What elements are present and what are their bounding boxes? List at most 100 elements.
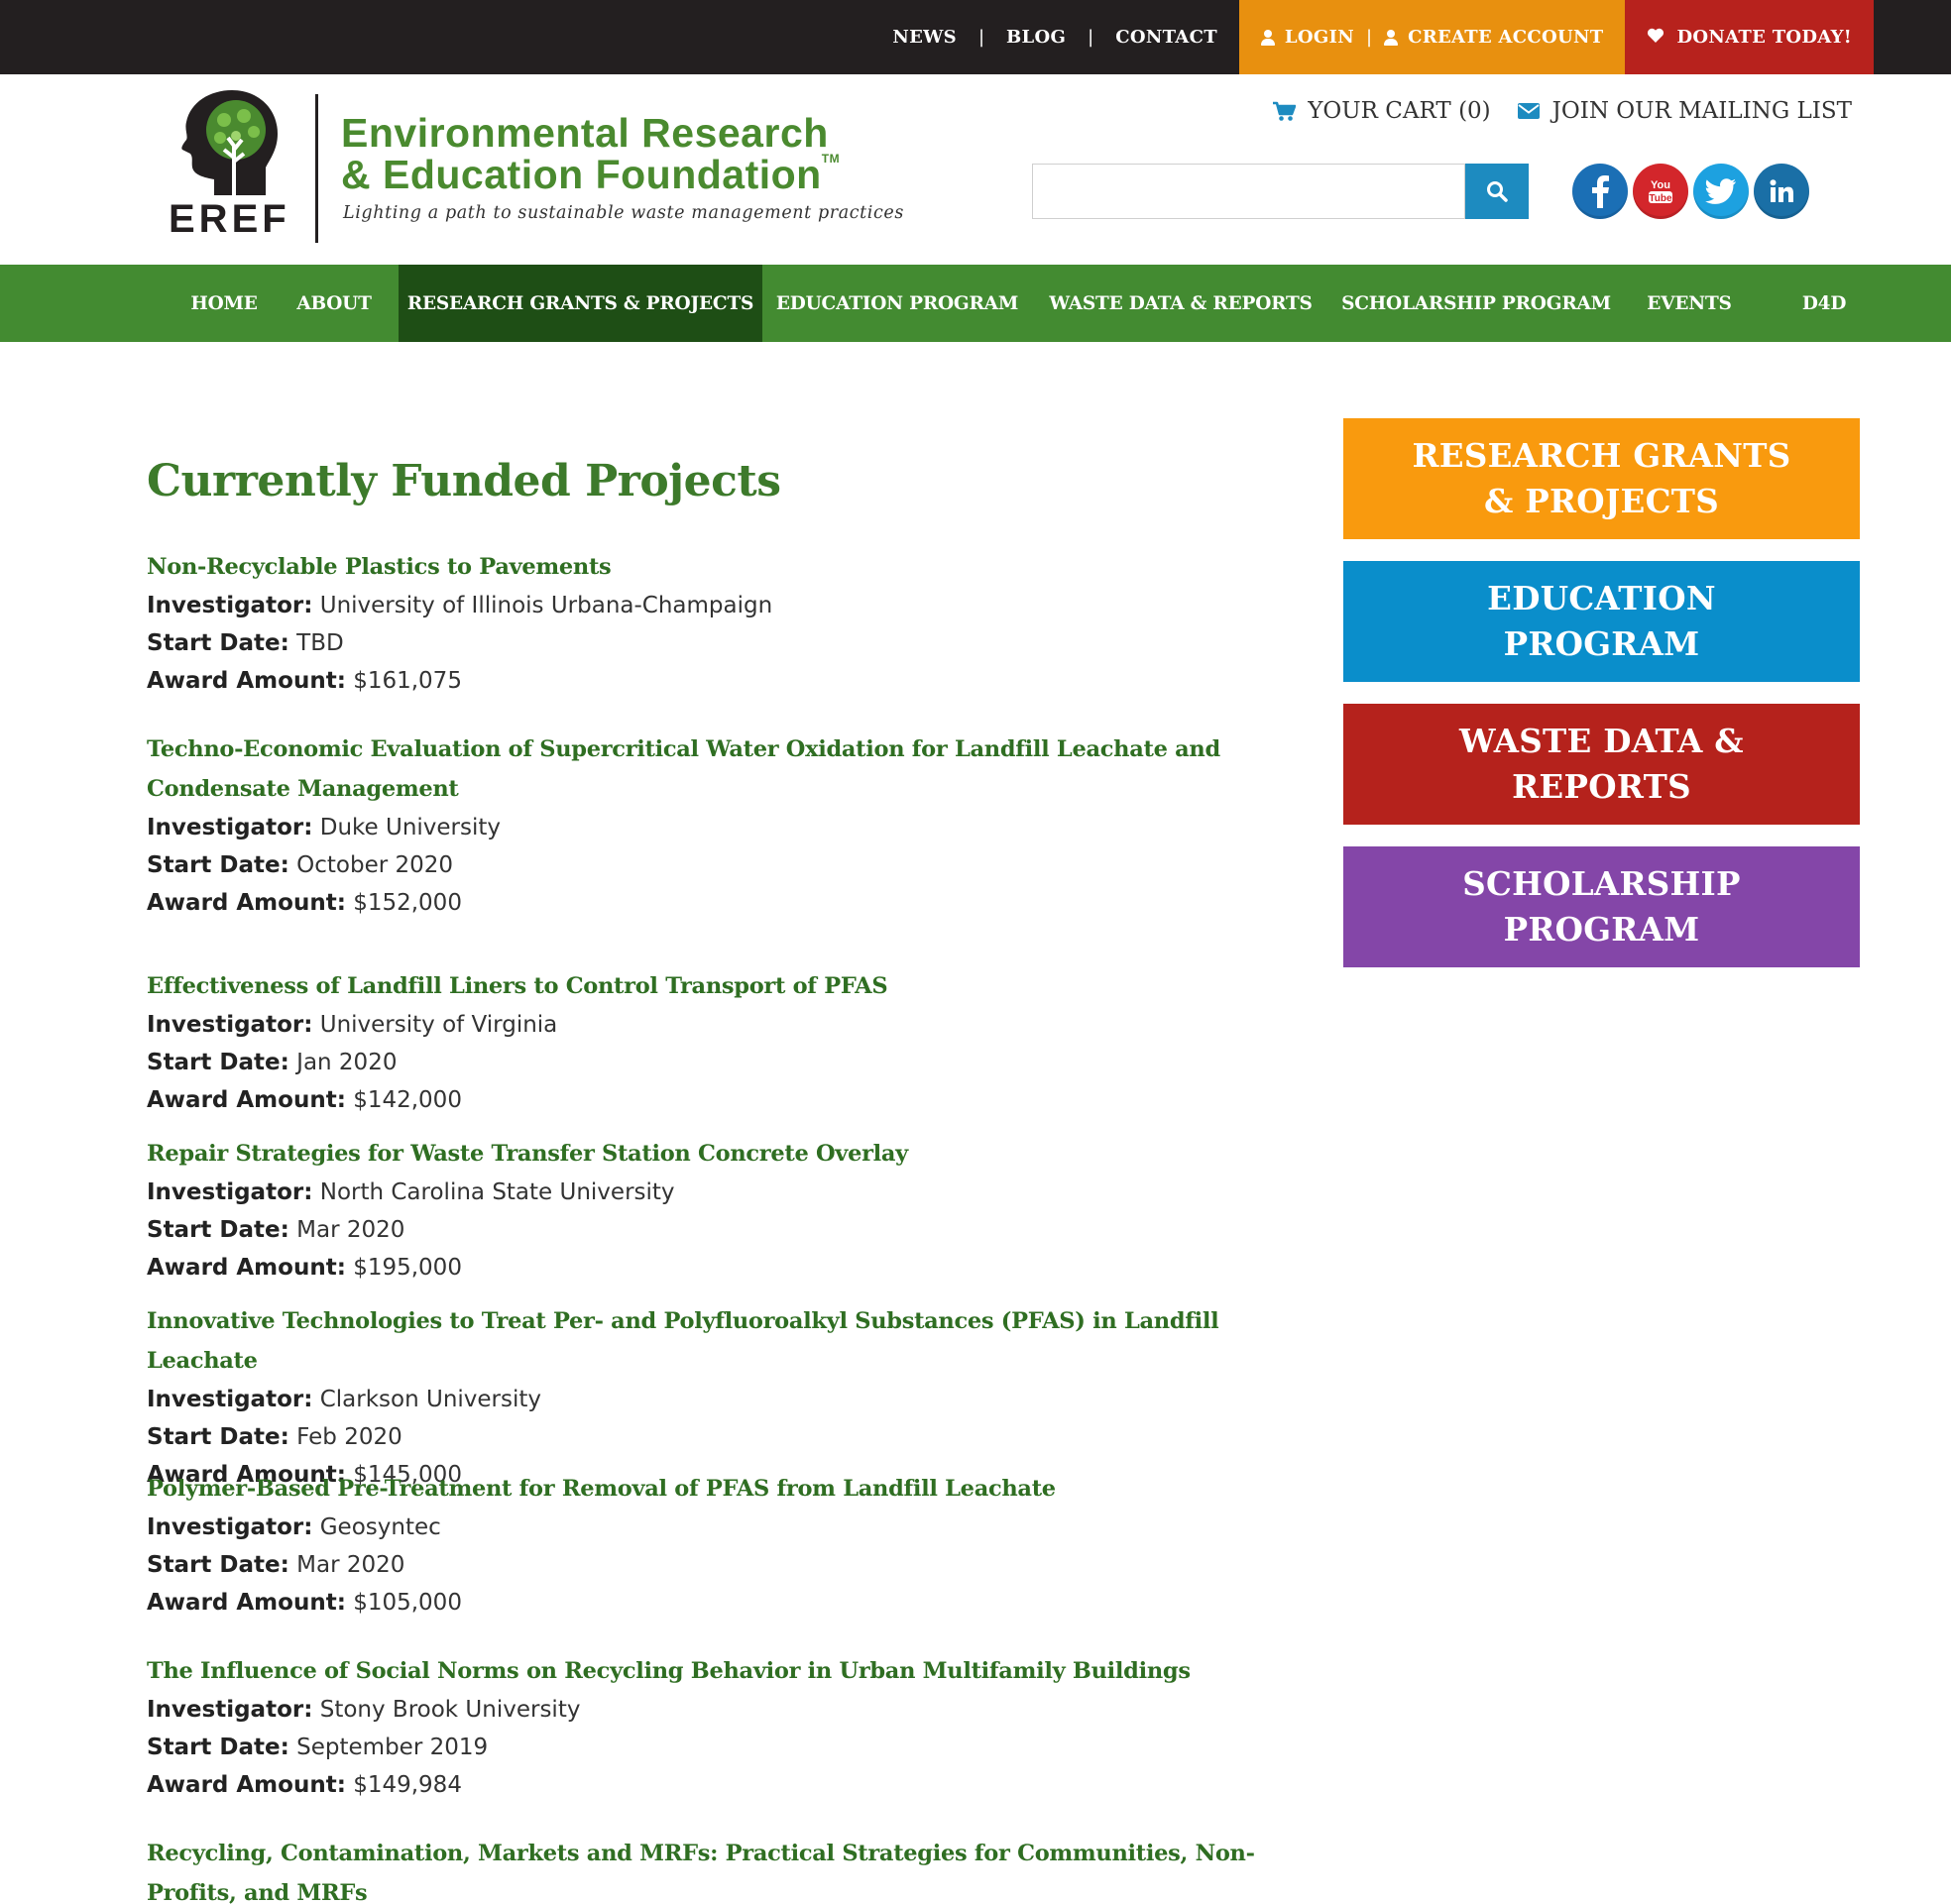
project-investigator: Investigator: University of Virginia [147, 1006, 1297, 1044]
start-date-label: Start Date: [147, 630, 289, 656]
nav-item-home[interactable]: HOME [176, 265, 272, 342]
top-nav-separator: | [1088, 27, 1094, 48]
start-date-value: October 2020 [296, 852, 454, 878]
head-tree-logo-icon [181, 90, 278, 195]
account-box: LOGIN | CREATE ACCOUNT [1238, 0, 1626, 74]
project-item: Polymer-Based Pre-Treatment for Removal … [147, 1469, 1297, 1622]
nav-item-about[interactable]: ABOUT [284, 265, 385, 342]
nav-item-scholarship-program[interactable]: SCHOLARSHIP PROGRAM [1341, 265, 1611, 342]
project-item: Repair Strategies for Waste Transfer Sta… [147, 1134, 1297, 1287]
social-links: You Tube [1572, 164, 1814, 219]
project-award-amount: Award Amount: $149,984 [147, 1766, 1297, 1804]
create-account-link[interactable]: CREATE ACCOUNT [1384, 27, 1603, 48]
project-investigator: Investigator: Duke University [147, 809, 1297, 846]
project-start-date: Start Date: Jan 2020 [147, 1044, 1297, 1081]
envelope-icon [1517, 103, 1540, 119]
project-start-date: Start Date: TBD [147, 624, 1297, 662]
project-title-link[interactable]: The Influence of Social Norms on Recycli… [147, 1658, 1191, 1684]
logo-eref-text: EREF [169, 197, 290, 241]
project-title-link[interactable]: Polymer-Based Pre-Treatment for Removal … [147, 1476, 1056, 1502]
award-amount-value: $161,075 [353, 668, 462, 694]
eref-logo[interactable]: EREF Environmental Research & Education … [167, 88, 920, 247]
mailing-list-link[interactable]: JOIN OUR MAILING LIST [1517, 98, 1852, 124]
project-title-link[interactable]: Effectiveness of Landfill Liners to Cont… [147, 973, 888, 999]
svg-text:You: You [1651, 179, 1670, 191]
top-nav-separator: | [977, 27, 985, 48]
logo-title-line2-text: & Education Foundation [341, 152, 822, 197]
logo-title-line1: Environmental Research [341, 110, 829, 156]
youtube-icon[interactable]: You Tube [1633, 164, 1688, 219]
facebook-icon[interactable] [1572, 164, 1628, 219]
award-amount-label: Award Amount: [147, 668, 346, 694]
nav-item-research-grants-projects[interactable]: RESEARCH GRANTS & PROJECTS [399, 265, 762, 342]
user-icon [1384, 29, 1399, 46]
sidebar-button-label: WASTE DATA & REPORTS [1459, 722, 1744, 806]
header-utility-links: YOUR CART (0) JOIN OUR MAILING LIST [1272, 98, 1852, 124]
twitter-icon[interactable] [1693, 164, 1749, 219]
nav-item-waste-data-reports[interactable]: WASTE DATA & REPORTS [1047, 265, 1315, 342]
award-amount-value: $142,000 [353, 1087, 462, 1113]
project-title-link[interactable]: Techno-Economic Evaluation of Supercriti… [147, 736, 1220, 802]
investigator-label: Investigator: [147, 1697, 313, 1723]
investigator-value: University of Illinois Urbana-Champaign [319, 593, 773, 618]
award-amount-value: $105,000 [353, 1590, 462, 1616]
news-link[interactable]: NEWS [892, 27, 957, 48]
project-item: Techno-Economic Evaluation of Supercriti… [147, 729, 1297, 922]
start-date-value: Feb 2020 [296, 1424, 402, 1450]
nav-item-d4d[interactable]: D4D [1775, 265, 1874, 342]
project-title-link[interactable]: Innovative Technologies to Treat Per- an… [147, 1308, 1219, 1374]
account-separator: | [1365, 27, 1373, 48]
start-date-value: Jan 2020 [296, 1050, 398, 1075]
investigator-label: Investigator: [147, 1012, 313, 1038]
investigator-label: Investigator: [147, 1387, 313, 1412]
award-amount-label: Award Amount: [147, 1772, 346, 1798]
nav-item-events[interactable]: EVENTS [1640, 265, 1739, 342]
investigator-value: North Carolina State University [319, 1179, 675, 1205]
sidebar-research-grants-button[interactable]: RESEARCH GRANTS & PROJECTS [1343, 418, 1860, 539]
linkedin-icon[interactable] [1754, 164, 1809, 219]
project-start-date: Start Date: September 2019 [147, 1729, 1297, 1766]
start-date-value: Mar 2020 [296, 1552, 405, 1578]
project-title-link[interactable]: Recycling, Contamination, Markets and MR… [147, 1841, 1255, 1904]
cart-link[interactable]: YOUR CART (0) [1272, 98, 1491, 124]
search-input[interactable] [1032, 164, 1465, 219]
project-title-link[interactable]: Non-Recyclable Plastics to Pavements [147, 554, 612, 580]
start-date-label: Start Date: [147, 1552, 289, 1578]
site-header: EREF Environmental Research & Education … [0, 74, 1951, 265]
login-link[interactable]: LOGIN [1260, 27, 1354, 48]
sidebar-education-program-button[interactable]: EDUCATION PROGRAM [1343, 561, 1860, 682]
project-item: The Influence of Social Norms on Recycli… [147, 1651, 1297, 1804]
contact-link[interactable]: CONTACT [1115, 27, 1217, 48]
start-date-label: Start Date: [147, 1217, 289, 1243]
project-investigator: Investigator: Geosyntec [147, 1509, 1297, 1546]
start-date-label: Start Date: [147, 1424, 289, 1450]
project-investigator: Investigator: University of Illinois Urb… [147, 587, 1297, 624]
project-title-link[interactable]: Repair Strategies for Waste Transfer Sta… [147, 1141, 908, 1167]
award-amount-label: Award Amount: [147, 1255, 346, 1281]
search-button[interactable] [1465, 164, 1529, 219]
logo-title-line2: & Education FoundationTM [341, 152, 840, 198]
investigator-label: Investigator: [147, 1514, 313, 1540]
sidebar-scholarship-program-button[interactable]: SCHOLARSHIP PROGRAM [1343, 846, 1860, 967]
award-amount-label: Award Amount: [147, 890, 346, 916]
award-amount-value: $195,000 [353, 1255, 462, 1281]
sidebar-waste-data-button[interactable]: WASTE DATA & REPORTS [1343, 704, 1860, 825]
top-bar: NEWS | BLOG | CONTACT LOGIN | CREATE ACC… [0, 0, 1951, 74]
award-amount-value: $152,000 [353, 890, 462, 916]
user-icon [1260, 29, 1275, 46]
project-start-date: Start Date: Mar 2020 [147, 1211, 1297, 1249]
create-account-label: CREATE ACCOUNT [1408, 27, 1604, 48]
nav-item-education-program[interactable]: EDUCATION PROGRAM [773, 265, 1021, 342]
award-amount-label: Award Amount: [147, 1087, 346, 1113]
blog-link[interactable]: BLOG [1006, 27, 1066, 48]
logo-divider [315, 94, 318, 243]
sidebar-button-label: SCHOLARSHIP PROGRAM [1462, 864, 1741, 949]
logo-trademark: TM [821, 152, 841, 166]
investigator-label: Investigator: [147, 593, 313, 618]
start-date-label: Start Date: [147, 1735, 289, 1760]
donate-button[interactable]: DONATE TODAY! [1625, 0, 1874, 74]
heart-icon [1647, 28, 1666, 48]
svg-text:Tube: Tube [1649, 193, 1672, 204]
main-nav: HOME ABOUT RESEARCH GRANTS & PROJECTS ED… [0, 265, 1951, 342]
project-award-amount: Award Amount: $161,075 [147, 662, 1297, 700]
